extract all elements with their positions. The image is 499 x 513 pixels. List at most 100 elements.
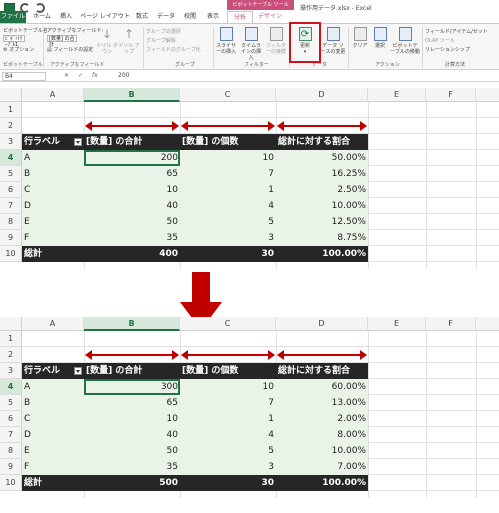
group-field-button[interactable]: フィールドのグループ化 (146, 46, 201, 53)
column-header-e[interactable]: E (368, 317, 426, 331)
pivot-row-label[interactable]: C (22, 182, 84, 198)
move-pivot-button[interactable]: ピボットテーブルの移動 (390, 27, 420, 55)
column-header-b[interactable]: B (84, 88, 180, 102)
pivot-total-label[interactable]: 総計 (22, 475, 84, 491)
row-header[interactable]: 7 (0, 427, 22, 443)
pivot-sum-cell[interactable]: 35 (84, 459, 180, 475)
pivot-pct-cell[interactable]: 10.00% (276, 443, 368, 459)
row-header[interactable]: 6 (0, 182, 22, 198)
pivot-count-cell[interactable]: 7 (180, 395, 276, 411)
row-header[interactable]: 2 (0, 118, 22, 134)
pivot-total-sum[interactable]: 400 (84, 246, 180, 262)
tab-file[interactable]: ファイル (0, 11, 26, 23)
row-header[interactable]: 9 (0, 459, 22, 475)
column-header-d[interactable]: D (276, 317, 368, 331)
pivot-count-cell[interactable]: 4 (180, 198, 276, 214)
pivot-pct-cell[interactable]: 8.75% (276, 230, 368, 246)
pivot-sum-header[interactable]: [数量] の合計 (84, 363, 180, 379)
pivot-total-count[interactable]: 30 (180, 475, 276, 491)
pivot-pct-cell[interactable]: 13.00% (276, 395, 368, 411)
pivot-name-input[interactable]: ﾋﾟﾎﾞｯﾄﾃｰﾌﾞﾙ1 (3, 35, 25, 48)
select-button[interactable]: 選択 (370, 27, 390, 49)
tab-insert[interactable]: 挿入 (56, 11, 76, 23)
pivot-pct-cell[interactable]: 10.00% (276, 198, 368, 214)
column-header-f[interactable]: F (426, 88, 476, 102)
pivot-total-pct[interactable]: 100.00% (276, 475, 368, 491)
select-all-corner[interactable] (0, 88, 22, 102)
column-header-c[interactable]: C (180, 317, 276, 331)
pivot-count-cell[interactable]: 7 (180, 166, 276, 182)
column-header-d[interactable]: D (276, 88, 368, 102)
pivot-count-cell[interactable]: 10 (180, 379, 276, 395)
pivot-sum-cell[interactable]: 65 (84, 395, 180, 411)
pivot-pct-cell[interactable]: 2.50% (276, 182, 368, 198)
pivot-count-cell[interactable]: 5 (180, 443, 276, 459)
row-header[interactable]: 1 (0, 102, 22, 118)
pivot-pct-cell[interactable]: 12.50% (276, 214, 368, 230)
tab-data[interactable]: データ (155, 11, 177, 23)
pivot-pct-cell[interactable]: 50.00% (276, 150, 368, 166)
pivot-row-label[interactable]: B (22, 166, 84, 182)
pivot-sum-cell[interactable]: 50 (84, 214, 180, 230)
pivot-count-cell[interactable]: 5 (180, 214, 276, 230)
pivot-sum-cell[interactable]: 35 (84, 230, 180, 246)
pivot-row-label[interactable]: D (22, 427, 84, 443)
pivot-sum-cell[interactable]: 40 (84, 198, 180, 214)
pivot-total-label[interactable]: 総計 (22, 246, 84, 262)
column-header-a[interactable]: A (22, 88, 84, 102)
pivot-count-header[interactable]: [数量] の個数 (180, 363, 276, 379)
tab-home[interactable]: ホーム (30, 11, 54, 23)
pivot-row-label[interactable]: E (22, 214, 84, 230)
row-header[interactable]: 4 (0, 150, 22, 166)
pivot-sum-header[interactable]: [数量] の合計 (84, 134, 180, 150)
relationships-button[interactable]: リレーションシップ (425, 46, 470, 53)
pivot-count-cell[interactable]: 4 (180, 427, 276, 443)
pivot-row-label[interactable]: B (22, 395, 84, 411)
pivot-sum-cell[interactable]: 50 (84, 443, 180, 459)
row-header[interactable]: 7 (0, 198, 22, 214)
drillup-button[interactable]: ↑ ドリル アップ (118, 27, 140, 55)
pivot-sum-cell[interactable]: 10 (84, 182, 180, 198)
change-data-source-button[interactable]: データ ソースの変更 (320, 27, 346, 55)
pivot-count-cell[interactable]: 3 (180, 230, 276, 246)
pivot-count-cell[interactable]: 3 (180, 459, 276, 475)
pivot-total-sum[interactable]: 500 (84, 475, 180, 491)
pivot-sum-cell[interactable]: 65 (84, 166, 180, 182)
tab-design[interactable]: デザイン (256, 11, 284, 23)
column-header-f[interactable]: F (426, 317, 476, 331)
tab-review[interactable]: 校閲 (181, 11, 199, 23)
cancel-icon[interactable]: ✕ (64, 72, 69, 79)
tab-view[interactable]: 表示 (204, 11, 222, 23)
pivot-row-label[interactable]: E (22, 443, 84, 459)
select-all-corner[interactable] (0, 317, 22, 331)
pivot-pct-header[interactable]: 総計に対する割合 (276, 363, 368, 379)
column-header-b[interactable]: B (84, 317, 180, 331)
filter-dropdown-icon[interactable] (74, 138, 82, 146)
enter-icon[interactable]: ✓ (78, 72, 83, 79)
pivot-pct-cell[interactable]: 8.00% (276, 427, 368, 443)
options-button[interactable]: ⚙ オプション (3, 46, 34, 53)
pivot-count-cell[interactable]: 10 (180, 150, 276, 166)
ungroup-button[interactable]: グループ解除 (146, 37, 176, 44)
group-selection-button[interactable]: グループの選択 (146, 28, 181, 35)
pivot-row-label[interactable]: A (22, 150, 84, 166)
pivot-row-label[interactable]: F (22, 459, 84, 475)
row-header[interactable]: 3 (0, 134, 22, 150)
pivot-row-label[interactable]: C (22, 411, 84, 427)
tab-formulas[interactable]: 数式 (132, 11, 152, 23)
tab-analyze[interactable]: 分析 (227, 11, 253, 23)
drilldown-button[interactable]: ↓ ドリル ダウン (96, 27, 118, 55)
row-header[interactable]: 9 (0, 230, 22, 246)
pivot-total-count[interactable]: 30 (180, 246, 276, 262)
pivot-count-cell[interactable]: 1 (180, 411, 276, 427)
row-header[interactable]: 10 (0, 475, 22, 491)
pivot-pct-cell[interactable]: 2.00% (276, 411, 368, 427)
pivot-count-header[interactable]: [数量] の個数 (180, 134, 276, 150)
column-header-e[interactable]: E (368, 88, 426, 102)
row-header[interactable]: 5 (0, 166, 22, 182)
fields-items-sets-button[interactable]: フィールド/アイテム/セット (425, 28, 488, 35)
insert-slicer-button[interactable]: スライサーの挿入 (214, 27, 238, 55)
column-header-c[interactable]: C (180, 88, 276, 102)
clear-button[interactable]: クリア (350, 27, 370, 49)
name-box[interactable]: B4 (2, 72, 46, 81)
